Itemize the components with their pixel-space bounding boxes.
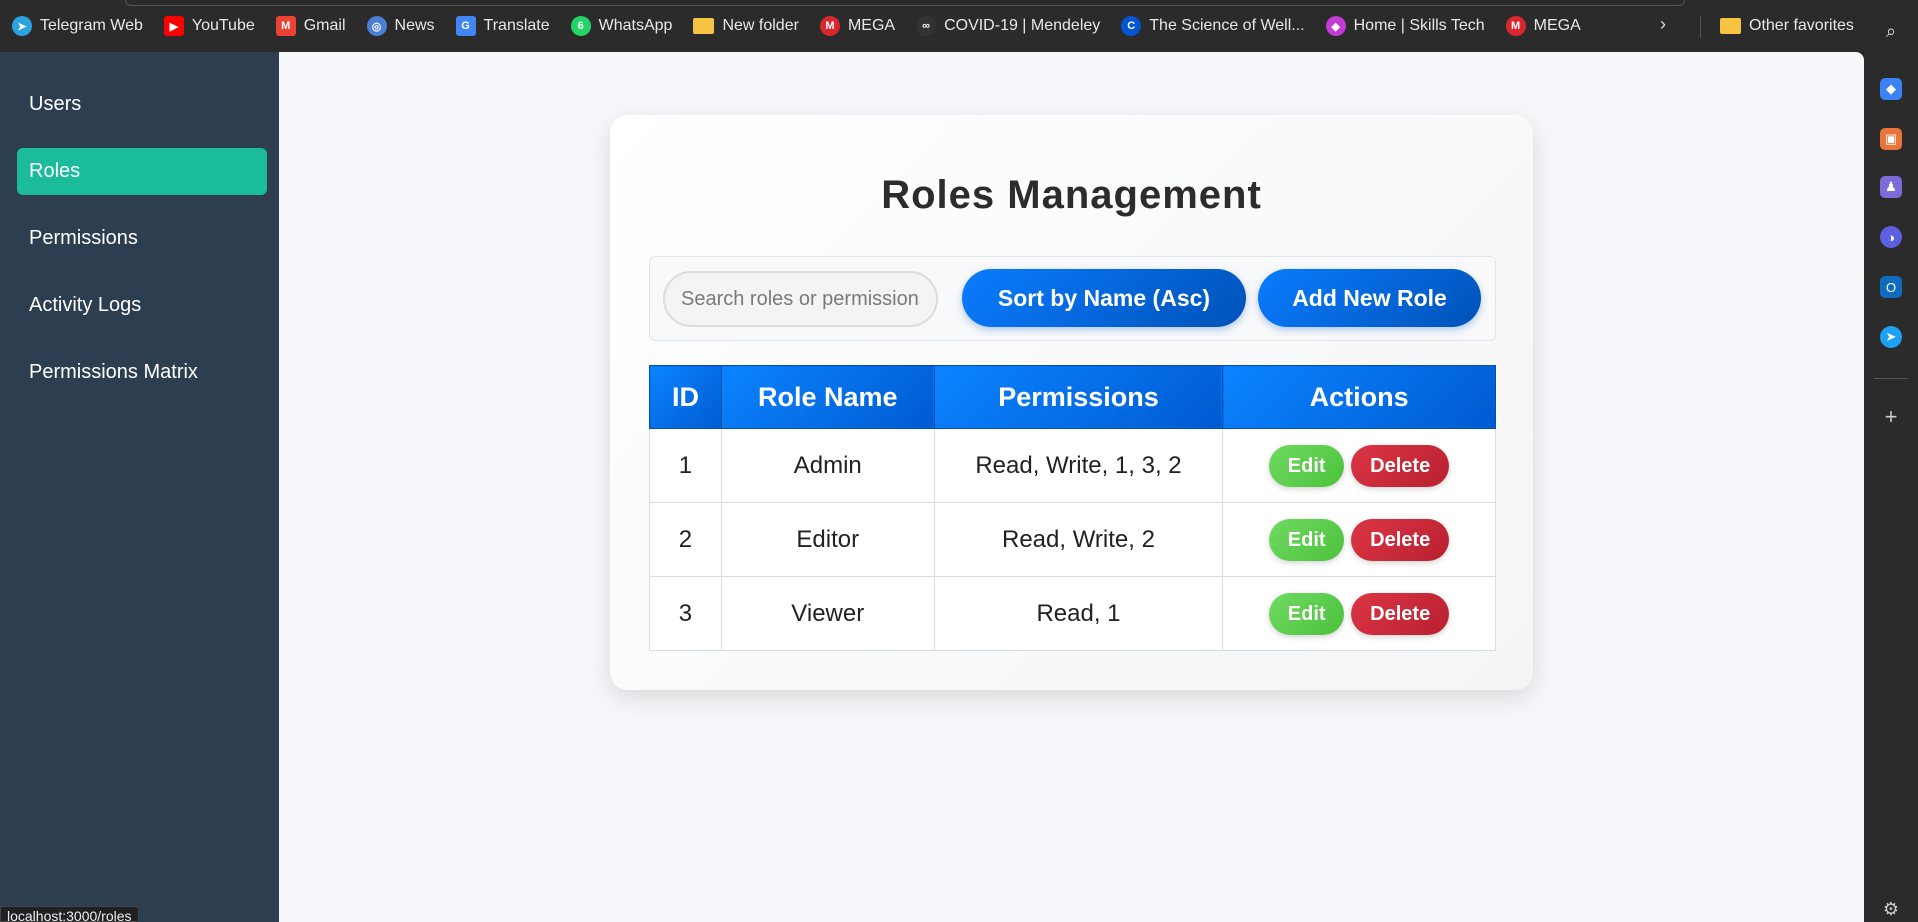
add-role-button[interactable]: Add New Role: [1258, 269, 1481, 327]
youtube-icon: ▶: [163, 16, 184, 36]
whatsapp-icon: 6: [570, 16, 591, 36]
controls-bar: Sort by Name (Asc) Add New Role: [649, 256, 1496, 341]
other-favorites-label: Other favorites: [1749, 17, 1854, 34]
cell-actions: Edit Delete: [1222, 576, 1496, 651]
tag-icon[interactable]: ◆: [1880, 78, 1902, 100]
mendeley-icon: ∞: [916, 16, 937, 36]
bookmark-label: YouTube: [191, 17, 255, 34]
table-row: 3 Viewer Read, 1 Edit Delete: [649, 576, 1496, 651]
sidebar-item-users[interactable]: Users: [17, 81, 267, 128]
delete-button[interactable]: Delete: [1351, 592, 1450, 635]
add-icon[interactable]: +: [1880, 404, 1902, 429]
bookmark-item[interactable]: 6 WhatsApp: [570, 12, 673, 40]
gear-icon[interactable]: ⚙: [1880, 898, 1902, 920]
bookmarks-divider: [1700, 16, 1701, 38]
table-row: 2 Editor Read, Write, 2 Edit Delete: [649, 502, 1496, 577]
send-icon[interactable]: ➤: [1880, 326, 1902, 348]
sidebar: Users Roles Permissions Activity Logs Permis…: [0, 52, 279, 922]
chevron-right-icon[interactable]: ›: [1660, 14, 1666, 35]
cell-id: 1: [649, 428, 722, 503]
bookmark-item[interactable]: M MEGA: [819, 12, 896, 40]
table-body: 1 Admin Read, Write, 1, 3, 2 Edit Delete 2 Edi…: [649, 428, 1496, 651]
bookmark-label: COVID-19 | Mendeley: [944, 17, 1101, 34]
folder-icon: [1720, 18, 1741, 34]
sidebar-item-permissions-matrix[interactable]: Permissions Matrix: [17, 349, 267, 396]
telegram-icon: ➤: [12, 16, 32, 36]
bookmark-item[interactable]: ◎ News: [366, 12, 435, 40]
gmail-icon: M: [275, 16, 296, 36]
news-icon: ◎: [366, 16, 387, 36]
translate-icon: G: [455, 16, 476, 36]
bookmark-item[interactable]: New folder: [693, 12, 799, 40]
bookmark-label: Telegram Web: [40, 17, 143, 34]
bookmark-item[interactable]: ◆ Home | Skills Tech: [1325, 12, 1485, 40]
bookmark-list: ➤ Telegram Web ▶ YouTube M Gmail ◎ News G Transla…: [12, 12, 1602, 40]
bookmark-item[interactable]: C The Science of Well...: [1121, 12, 1305, 40]
mega-icon: M: [819, 16, 840, 36]
header-id[interactable]: ID: [649, 365, 722, 429]
roles-card: Roles Management Sort by Name (Asc) Add …: [610, 115, 1533, 690]
mega-icon: M: [1505, 16, 1526, 36]
other-favorites[interactable]: Other favorites: [1720, 12, 1854, 40]
edit-button[interactable]: Edit: [1269, 518, 1345, 561]
bookmark-item[interactable]: ➤ Telegram Web: [12, 12, 143, 40]
games-icon[interactable]: ♟: [1880, 176, 1902, 198]
copilot-icon[interactable]: ◑: [1880, 226, 1902, 248]
bookmark-label: The Science of Well...: [1149, 17, 1305, 34]
header-role-name[interactable]: Role Name: [720, 365, 935, 429]
search-input[interactable]: [663, 271, 938, 327]
toolbox-icon[interactable]: ▣: [1880, 128, 1902, 150]
header-permissions[interactable]: Permissions: [933, 365, 1224, 429]
cell-actions: Edit Delete: [1222, 502, 1496, 577]
cell-role-name: Editor: [720, 502, 935, 577]
browser-side-toolbar: ⌕ ◆ ▣ ♟ ◑ O ➤ + ⚙: [1864, 0, 1918, 922]
bookmark-label: Gmail: [303, 17, 346, 34]
cell-id: 2: [649, 502, 722, 577]
edit-button[interactable]: Edit: [1269, 592, 1345, 635]
cell-role-name: Admin: [720, 428, 935, 503]
cell-role-name: Viewer: [720, 576, 935, 651]
header-actions: Actions: [1222, 365, 1496, 429]
sidebar-item-permissions[interactable]: Permissions: [17, 215, 267, 262]
coursera-icon: C: [1121, 16, 1142, 36]
bookmark-label: MEGA: [1533, 17, 1581, 34]
bookmark-item[interactable]: G Translate: [455, 12, 550, 40]
app-viewport: Users Roles Permissions Activity Logs Permis…: [0, 52, 1864, 922]
bookmark-label: New folder: [722, 17, 799, 34]
table-row: 1 Admin Read, Write, 1, 3, 2 Edit Delete: [649, 428, 1496, 503]
cell-actions: Edit Delete: [1222, 428, 1496, 503]
bookmark-item[interactable]: M MEGA: [1505, 12, 1581, 40]
bookmark-label: Home | Skills Tech: [1353, 17, 1485, 34]
bookmark-item[interactable]: M Gmail: [275, 12, 346, 40]
sort-button[interactable]: Sort by Name (Asc): [962, 269, 1246, 327]
bookmark-label: Translate: [483, 17, 550, 34]
sidebar-item-roles[interactable]: Roles: [17, 148, 267, 195]
delete-button[interactable]: Delete: [1351, 444, 1450, 487]
cell-permissions: Read, Write, 2: [933, 502, 1224, 577]
bookmark-item[interactable]: ∞ COVID-19 | Mendeley: [916, 12, 1100, 40]
sidebar-item-activity-logs[interactable]: Activity Logs: [17, 282, 267, 329]
main-content: Roles Management Sort by Name (Asc) Add …: [279, 52, 1864, 922]
tab-strip-edge: [125, 0, 1685, 6]
bookmark-label: WhatsApp: [598, 17, 673, 34]
skills-tech-icon: ◆: [1325, 16, 1346, 36]
bookmark-label: News: [394, 17, 435, 34]
bookmark-item[interactable]: ▶ YouTube: [163, 12, 255, 40]
bookmarks-bar: ➤ Telegram Web ▶ YouTube M Gmail ◎ News G Transla…: [0, 0, 1918, 52]
cell-id: 3: [649, 576, 722, 651]
roles-table: ID Role Name Permissions Actions 1 Admin R…: [649, 365, 1496, 651]
cell-permissions: Read, 1: [933, 576, 1224, 651]
page-title: Roles Management: [881, 173, 1262, 217]
folder-icon: [693, 18, 715, 34]
table-header-row: ID Role Name Permissions Actions: [649, 365, 1496, 429]
delete-button[interactable]: Delete: [1351, 518, 1450, 561]
toolbar-divider: [1874, 378, 1908, 379]
search-icon[interactable]: ⌕: [1880, 20, 1902, 42]
cell-permissions: Read, Write, 1, 3, 2: [933, 428, 1224, 503]
edit-button[interactable]: Edit: [1269, 444, 1345, 487]
outlook-icon[interactable]: O: [1880, 276, 1902, 298]
bookmark-label: MEGA: [847, 17, 896, 34]
status-url: localhost:3000/roles: [0, 906, 139, 922]
